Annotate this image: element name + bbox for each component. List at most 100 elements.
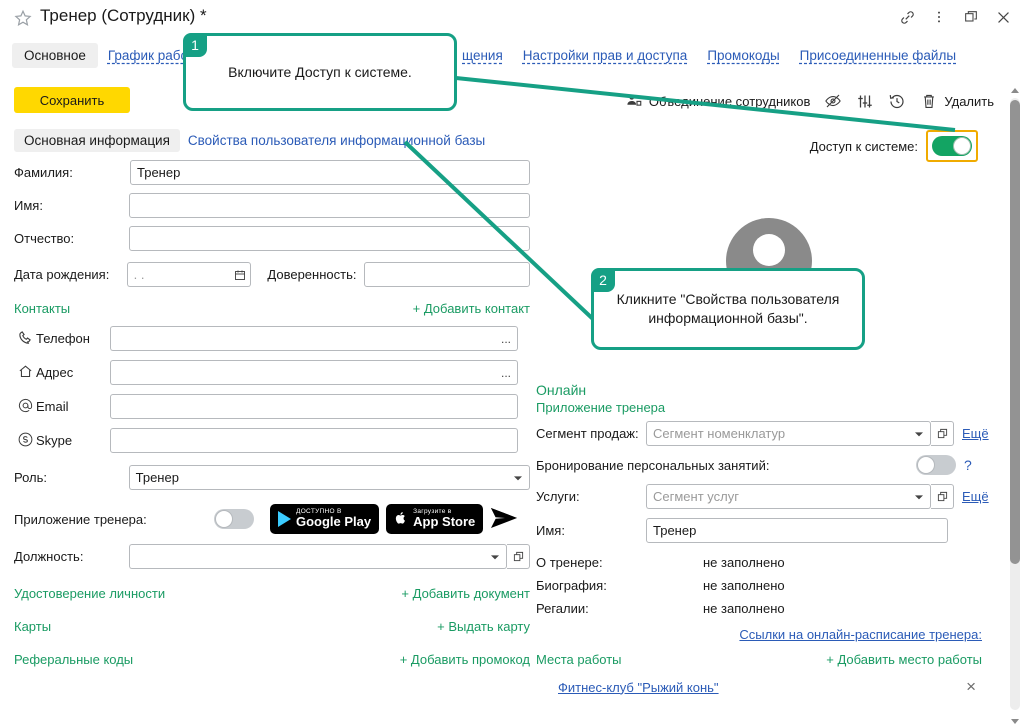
callout-1-text: Включите Доступ к системе.: [228, 63, 412, 80]
eye-off-icon[interactable]: [824, 92, 842, 110]
merge-employees-button[interactable]: Объединение сотрудников: [625, 92, 810, 110]
sales-segment-open-icon[interactable]: [931, 421, 954, 446]
restore-window-icon[interactable]: [958, 6, 984, 28]
system-access-toggle[interactable]: [932, 136, 972, 156]
referral-add-link[interactable]: + Добавить промокод: [400, 652, 530, 667]
tab-nastroyki-prav[interactable]: Настройки прав и доступа: [513, 43, 698, 68]
biography-label: Биография:: [536, 578, 607, 593]
surname-label: Фамилия:: [14, 165, 73, 180]
email-label: Email: [36, 399, 69, 414]
position-input[interactable]: [128, 544, 485, 569]
scroll-down-arrow-icon[interactable]: [1011, 719, 1019, 724]
firstname-input[interactable]: [128, 193, 530, 218]
tab-promokody[interactable]: Промокоды: [697, 43, 789, 68]
services-more-link[interactable]: Ещё: [962, 489, 989, 504]
booking-help-icon[interactable]: ?: [964, 457, 972, 473]
contact-row-address: Адрес ...: [14, 360, 530, 385]
cards-add-link[interactable]: + Выдать карту: [437, 619, 530, 634]
sales-segment-dropdown-icon[interactable]: [908, 421, 931, 446]
favorite-star-icon[interactable]: [14, 9, 32, 27]
online-schedule-link[interactable]: Ссылки на онлайн-расписание тренера:: [739, 627, 982, 642]
role-input[interactable]: Тренер: [128, 465, 508, 490]
identity-add-link[interactable]: + Добавить документ: [401, 586, 530, 601]
services-input[interactable]: Сегмент услуг: [646, 484, 908, 509]
role-dropdown-icon[interactable]: [507, 465, 530, 490]
info-row-about: О тренере: не заполнено: [536, 555, 996, 570]
schedule-links-row: Ссылки на онлайн-расписание тренера:: [536, 627, 996, 642]
trainer-app-toggle[interactable]: [214, 509, 254, 529]
subtab-svoystva-polzovatelya[interactable]: Свойства пользователя информационной баз…: [180, 129, 493, 152]
skype-input[interactable]: [110, 428, 518, 453]
link-icon[interactable]: [894, 6, 920, 28]
command-toolbar: Объединение сотрудников Удалить: [625, 88, 994, 114]
google-play-big: Google Play: [296, 514, 372, 530]
contacts-section-header: Контакты + Добавить контакт: [14, 301, 530, 316]
contacts-list: Телефон ... Адрес ... Email Skype: [14, 326, 530, 453]
phone-label: Телефон: [36, 331, 90, 346]
left-form-column: Фамилия: Тренер Имя: Отчество: Дата рожд…: [14, 160, 530, 675]
section-referral: Реферальные коды + Добавить промокод: [14, 652, 530, 667]
scroll-up-arrow-icon[interactable]: [1011, 88, 1019, 93]
address-more-button[interactable]: ...: [495, 360, 518, 385]
sales-segment-input[interactable]: Сегмент номенклатур: [646, 421, 908, 446]
field-row-services: Услуги: Сегмент услуг Ещё: [536, 484, 996, 509]
send-arrow-icon[interactable]: [489, 505, 519, 534]
field-row-sales-segment: Сегмент продаж: Сегмент номенклатур Ещё: [536, 421, 996, 446]
add-workplace-link[interactable]: + Добавить место работы: [826, 652, 982, 667]
scrollbar-thumb[interactable]: [1010, 100, 1020, 564]
position-open-icon[interactable]: [507, 544, 530, 569]
booking-toggle[interactable]: [916, 455, 956, 475]
subtab-osnovnaya-informaciya[interactable]: Основная информация: [14, 128, 180, 152]
top-tab-bar-right: щения Настройки прав и доступа Промокоды…: [452, 40, 966, 70]
workplace-item: Фитнес-клуб "Рыжий конь" ×: [536, 677, 996, 697]
regalia-value: не заполнено: [703, 601, 785, 616]
trash-icon: [920, 92, 938, 110]
more-vertical-icon[interactable]: [926, 6, 952, 28]
workplaces-header: Места работы + Добавить место работы: [536, 652, 996, 667]
phone-more-button[interactable]: ...: [495, 326, 518, 351]
position-label: Должность:: [14, 549, 84, 564]
address-input[interactable]: [110, 360, 495, 385]
contact-row-email: Email: [14, 394, 530, 419]
system-access-label: Доступ к системе:: [809, 138, 918, 154]
skype-label: Skype: [36, 433, 73, 448]
sales-segment-more-link[interactable]: Ещё: [962, 426, 989, 441]
surname-input[interactable]: Тренер: [130, 160, 530, 185]
services-open-icon[interactable]: [931, 484, 954, 509]
add-contact-link[interactable]: + Добавить контакт: [413, 301, 530, 316]
workplaces-title: Места работы: [536, 652, 622, 667]
remove-workplace-icon[interactable]: ×: [966, 677, 976, 697]
sliders-icon[interactable]: [856, 92, 874, 110]
proxy-input[interactable]: [364, 262, 530, 287]
tab-prisoedinennye-fayly[interactable]: Присоединенные файлы: [790, 43, 966, 68]
save-button[interactable]: Сохранить: [14, 87, 130, 113]
delete-button[interactable]: Удалить: [920, 92, 994, 110]
trainer-app-subtitle: Приложение тренера: [536, 400, 666, 415]
cards-title: Карты: [14, 619, 52, 634]
email-input[interactable]: [110, 394, 518, 419]
app-store-big: App Store: [413, 514, 476, 530]
history-icon[interactable]: [888, 92, 906, 110]
tab-scheniya[interactable]: щения: [452, 43, 513, 68]
google-play-badge[interactable]: ДОСТУПНО В Google Play: [270, 504, 380, 534]
online-name-input[interactable]: Тренер: [646, 518, 948, 543]
patronymic-input[interactable]: [128, 226, 530, 251]
close-icon[interactable]: [990, 6, 1016, 28]
sales-segment-label: Сегмент продаж:: [536, 426, 639, 441]
home-icon: [14, 364, 36, 382]
field-row-patronymic: Отчество:: [14, 226, 530, 251]
workplace-name-link[interactable]: Фитнес-клуб "Рыжий конь": [558, 680, 719, 695]
vertical-scrollbar[interactable]: [1008, 86, 1022, 726]
section-identity: Удостоверение личности + Добавить докуме…: [14, 586, 530, 601]
services-dropdown-icon[interactable]: [908, 484, 931, 509]
system-access-row: Доступ к системе:: [810, 130, 978, 162]
position-dropdown-icon[interactable]: [484, 544, 508, 569]
field-row-position: Должность:: [14, 544, 530, 569]
callout-2: 2 Кликните "Свойства пользователя информ…: [591, 268, 865, 350]
birthdate-input[interactable]: . .: [126, 262, 230, 287]
callout-1-number: 1: [183, 33, 207, 57]
calendar-icon[interactable]: [229, 262, 252, 287]
phone-input[interactable]: [110, 326, 495, 351]
tab-osnovnoe[interactable]: Основное: [12, 42, 98, 68]
app-store-badge[interactable]: Загрузите в App Store: [386, 504, 484, 534]
